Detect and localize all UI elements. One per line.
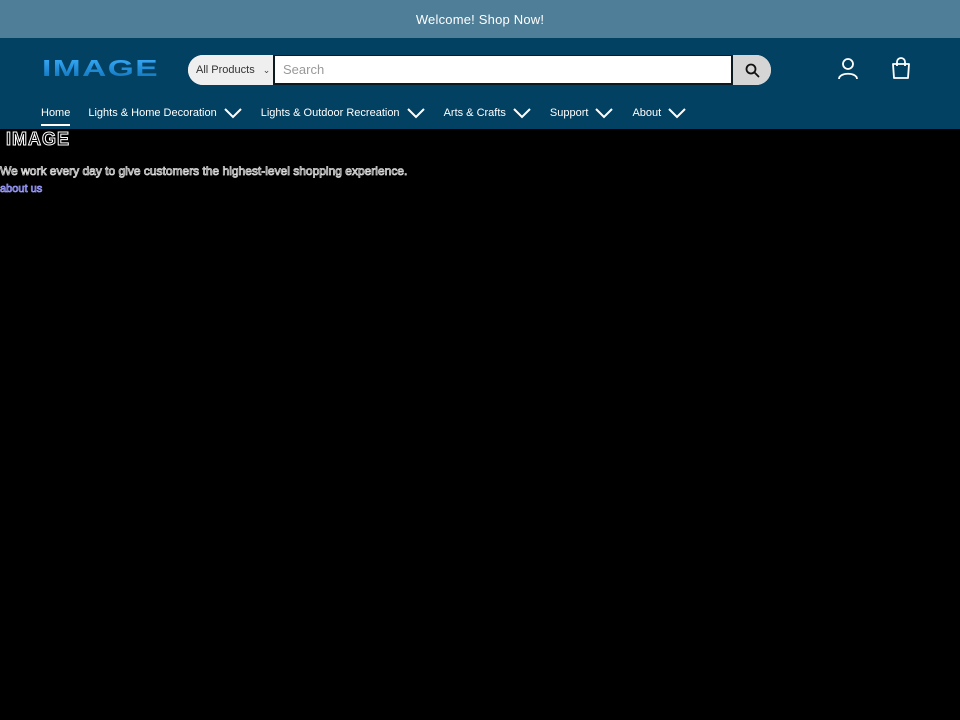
search-icon (745, 63, 759, 77)
chevron-down-icon: ⌄ (262, 64, 271, 75)
search-bar: All Products ⌄ (188, 55, 771, 85)
chevron-down-icon (513, 108, 531, 119)
account-icon (838, 58, 858, 80)
nav-item-lights-home-decoration[interactable]: Lights & Home Decoration (88, 104, 242, 122)
search-input[interactable] (273, 55, 733, 85)
about-us-link[interactable]: about us (0, 183, 43, 196)
site-header: IMAGE All Products ⌄ Home (0, 38, 960, 129)
cart-icon (892, 57, 910, 79)
account-button[interactable] (837, 57, 859, 81)
logo-text: IMAGE (42, 57, 159, 79)
nav-item-label: Lights & Outdoor Recreation (260, 107, 400, 119)
logo[interactable]: IMAGE (41, 57, 160, 79)
chevron-down-icon (668, 108, 686, 119)
chevron-down-icon (406, 108, 425, 119)
nav-item-label: About (632, 107, 662, 119)
chevron-down-icon (224, 108, 242, 119)
search-category-select[interactable]: All Products ⌄ (188, 55, 273, 85)
nav-item-arts-crafts[interactable]: Arts & Crafts (444, 104, 532, 122)
announcement-bar: Welcome! Shop Now! (0, 0, 960, 38)
chevron-down-icon (595, 108, 614, 119)
nav-item-label: Arts & Crafts (443, 107, 506, 119)
nav-item-about[interactable]: About (632, 104, 687, 122)
logo-image: IMAGE (42, 57, 159, 79)
cart-button[interactable] (889, 56, 913, 80)
nav-item-label: Support (549, 107, 589, 119)
nav-item-label: Lights & Home Decoration (88, 107, 217, 119)
nav-item-label: Home (41, 107, 71, 119)
search-category-label: All Products (196, 64, 255, 76)
nav-item-support[interactable]: Support (550, 104, 615, 122)
page-tagline: We work every day to give customers the … (0, 164, 408, 179)
main-nav: Home Lights & Home Decoration Lights & O… (41, 104, 705, 128)
search-button[interactable] (733, 55, 771, 85)
nav-item-home[interactable]: Home (41, 104, 71, 126)
announcement-text: Welcome! Shop Now! (415, 11, 545, 27)
nav-item-lights-outdoor-recreation[interactable]: Lights & Outdoor Recreation (261, 104, 426, 122)
page-heading: IMAGE (5, 129, 71, 150)
